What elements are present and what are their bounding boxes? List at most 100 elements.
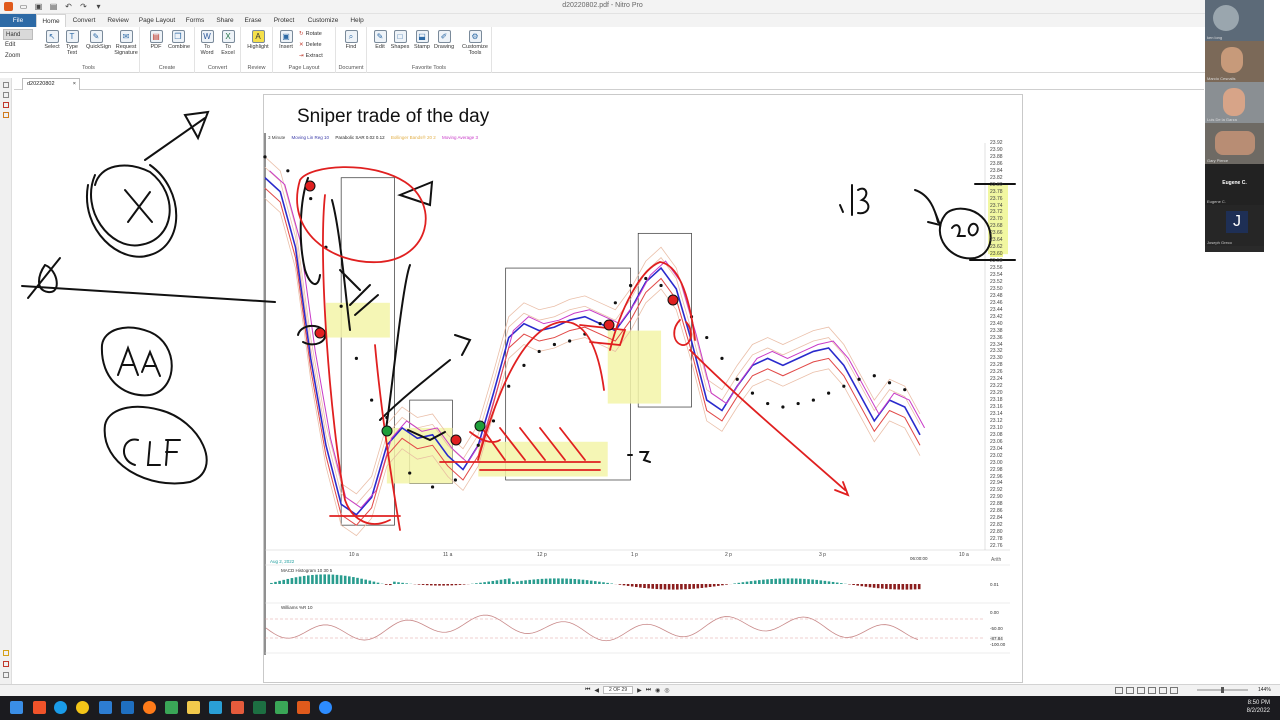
macd-bar [889,584,892,590]
trading-app-2-icon[interactable] [275,701,288,714]
psar-dot [720,356,724,360]
macd-bar [643,584,646,589]
psar-dot [370,398,374,402]
forward-view-icon[interactable]: ◎ [664,687,669,694]
macd-bar [745,581,749,584]
macd-bar [913,584,917,590]
brave-icon[interactable] [33,701,46,714]
macd-bar [454,584,458,586]
prev-page-icon[interactable]: ◀ [594,687,599,694]
macd-bar [708,584,712,588]
macd-bar [581,579,585,584]
macd-bar [302,575,306,584]
facing-icon[interactable] [1137,687,1145,694]
black-ink-stroke [299,177,321,285]
macd-bar [495,580,499,584]
fit-page-icon[interactable] [1170,687,1178,694]
firefox-icon[interactable] [143,701,156,714]
macd-bar [774,578,777,584]
y-tick-label: 23.62 [990,244,1003,251]
file-explorer-icon[interactable] [187,701,200,714]
macd-bar [331,574,335,584]
macd-bar [536,579,540,584]
y-tick-label: 23.18 [990,397,1003,404]
black-ink-stroke [627,451,651,463]
macd-bar [618,584,622,585]
macd-bar [721,584,724,586]
zoom-app-icon[interactable] [319,701,332,714]
x-tick-label: 10 a [349,552,359,558]
macd-bar [507,578,511,584]
y-tick-label: 22.76 [990,543,1003,549]
trading-app-icon[interactable] [165,701,178,714]
y-tick-label: 23.54 [990,272,1003,279]
y-tick-label: 23.76 [990,195,1003,202]
macd-bar [499,579,503,584]
macd-bar [274,581,277,584]
excel-taskbar-icon[interactable] [253,701,266,714]
macd-bar [815,579,818,584]
macd-bar [663,584,667,590]
y-tick-label: 23.26 [990,369,1003,376]
macd-bar [688,584,691,590]
black-ink-stroke [951,222,979,237]
macd-bar [458,584,462,585]
macd-bar [790,578,794,584]
outlook-icon[interactable] [121,701,134,714]
y-tick-label: 22.88 [990,501,1003,508]
participant-tile[interactable]: Marcio Cesnalis [1205,41,1264,82]
s-app-red-icon[interactable] [231,701,244,714]
y-tick-label: 22.80 [990,529,1003,536]
participant-tile[interactable]: Luis De la Garza [1205,82,1264,123]
chart-date: Aug 2, 2022 [270,559,295,564]
macd-bar [270,582,273,584]
page-indicator[interactable]: 2 OF 29 [603,686,634,694]
participant-tile[interactable]: Gary Pierce [1205,123,1264,164]
next-page-icon[interactable]: ▶ [637,687,642,694]
macd-bar [602,582,605,584]
participant-tile[interactable]: ken long [1205,0,1264,41]
y-tick-label: 23.60 [990,251,1003,258]
psar-dot [705,335,709,340]
participant-name: ken long [1207,35,1223,40]
macd-bar [786,578,790,584]
participant-avatar [1215,131,1255,155]
video-participants: ken long Marcio Cesnalis Luis De la Garz… [1205,0,1264,252]
single-page-icon[interactable] [1115,687,1123,694]
macd-bar [528,579,531,584]
macd-bar [635,584,638,588]
zoom-slider[interactable] [1195,687,1250,693]
participant-tile[interactable]: Eugene C. Eugene C. [1205,164,1264,205]
zoom-level: 144% [1258,687,1271,693]
macd-bar [553,578,556,584]
facing-continuous-icon[interactable] [1148,687,1156,694]
last-page-icon[interactable]: ⏭ [646,687,651,694]
macd-bar [430,584,433,586]
macd-bar [647,584,650,589]
start-icon[interactable] [10,701,23,714]
first-page-icon[interactable]: ⏮ [585,687,590,694]
nitro-taskbar-icon[interactable] [297,701,310,714]
black-ink-stroke [27,257,61,299]
word-taskbar-icon[interactable] [99,701,112,714]
black-ink-stroke [938,207,992,260]
participant-tile[interactable]: J Joseph Greco [1205,205,1264,246]
red-ink-stroke [689,349,850,497]
back-view-icon[interactable]: ◉ [655,687,660,694]
s-app-icon[interactable] [209,701,222,714]
macd-bar [667,584,671,590]
edge-icon[interactable] [54,701,67,714]
y-tick-label: 23.38 [990,327,1003,334]
clock[interactable]: 8:50 PM 8/2/2022 [1247,699,1270,715]
chrome-icon[interactable] [76,701,89,714]
macd-bar [717,584,720,586]
y-tick-label: 22.96 [990,473,1003,480]
continuous-icon[interactable] [1126,687,1134,694]
macd-bar [917,584,921,590]
psar-dot [842,384,846,388]
scale-mode[interactable]: Arith [991,557,1001,563]
macd-bar [758,580,761,584]
fit-width-icon[interactable] [1159,687,1167,694]
y-tick-label: 23.46 [990,299,1003,306]
psar-dot [408,471,412,475]
